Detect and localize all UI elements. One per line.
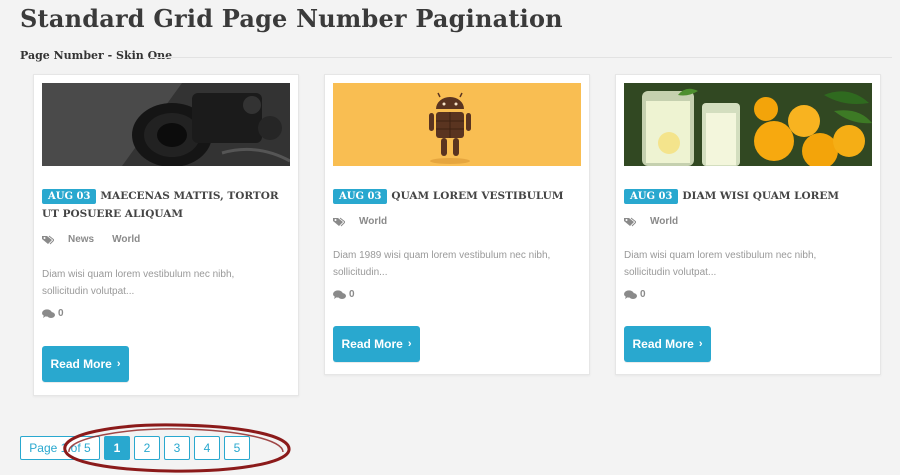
post-excerpt: Diam wisi quam lorem vestibulum nec nibh… [42,269,235,297]
lemonade-photo [624,83,872,166]
date-badge: AUG 03 [42,189,97,204]
camera-photo [42,83,290,166]
comment-count[interactable]: 0 [624,289,646,300]
chevron-right-icon: › [116,358,121,370]
chevron-right-icon: › [698,338,703,350]
post-tags: World [624,216,678,227]
android-chocolate-photo [333,83,581,166]
comment-count-value: 0 [349,289,355,300]
pagination: Page 1 of 5 1 2 3 4 5 [20,436,250,460]
page-button-4[interactable]: 4 [194,436,220,460]
post-tags: World [333,216,387,227]
comment-count-value: 0 [640,289,646,300]
comment-count-value: 0 [58,308,64,319]
post-title-link[interactable]: DIAM WISI QUAM LOREM [682,190,839,202]
post-excerpt: Diam 1989 wisi quam lorem vestibulum nec… [333,250,551,278]
date-badge: AUG 03 [624,189,679,204]
post-card: AUG 03 MAECENAS MATTIS, TORTOR UT POSUERE… [33,74,299,396]
tags-icon [42,235,54,244]
comment-count[interactable]: 0 [42,308,64,319]
section-divider [150,57,892,58]
post-thumbnail[interactable] [42,83,290,166]
page-info: Page 1 of 5 [20,436,100,460]
tag-world[interactable]: World [112,234,140,245]
page-title: Standard Grid Page Number Pagination [20,4,563,33]
tag-world[interactable]: World [359,216,387,227]
comment-count[interactable]: 0 [333,289,355,300]
read-more-label: Read More [632,337,694,351]
read-more-label: Read More [50,357,112,371]
page-button-5[interactable]: 5 [224,436,250,460]
post-tags: News World [42,234,140,245]
comments-icon [333,289,346,299]
tags-icon [624,217,636,226]
page-button-1[interactable]: 1 [104,436,130,460]
post-thumbnail[interactable] [333,83,581,166]
post-title-row: AUG 03 QUAM LOREM VESTIBULUM [333,187,573,205]
comments-icon [624,289,637,299]
post-excerpt: Diam wisi quam lorem vestibulum nec nibh… [624,250,817,278]
page-button-2[interactable]: 2 [134,436,160,460]
post-title-row: AUG 03 MAECENAS MATTIS, TORTOR UT POSUERE… [42,187,282,223]
tags-icon [333,217,345,226]
read-more-button[interactable]: Read More › [624,326,711,362]
post-title-row: AUG 03 DIAM WISI QUAM LOREM [624,187,864,205]
date-badge: AUG 03 [333,189,388,204]
page-button-3[interactable]: 3 [164,436,190,460]
post-card: AUG 03 DIAM WISI QUAM LOREM World Diam wi… [615,74,881,375]
section-label: Page Number - Skin One [20,49,173,62]
read-more-label: Read More [341,337,403,351]
post-thumbnail[interactable] [624,83,872,166]
read-more-button[interactable]: Read More › [333,326,420,362]
chevron-right-icon: › [407,338,412,350]
post-title-link[interactable]: QUAM LOREM VESTIBULUM [391,190,563,202]
comments-icon [42,308,55,318]
post-card: AUG 03 QUAM LOREM VESTIBULUM World Diam 1… [324,74,590,375]
read-more-button[interactable]: Read More › [42,346,129,382]
tag-world[interactable]: World [650,216,678,227]
tag-news[interactable]: News [68,234,94,245]
